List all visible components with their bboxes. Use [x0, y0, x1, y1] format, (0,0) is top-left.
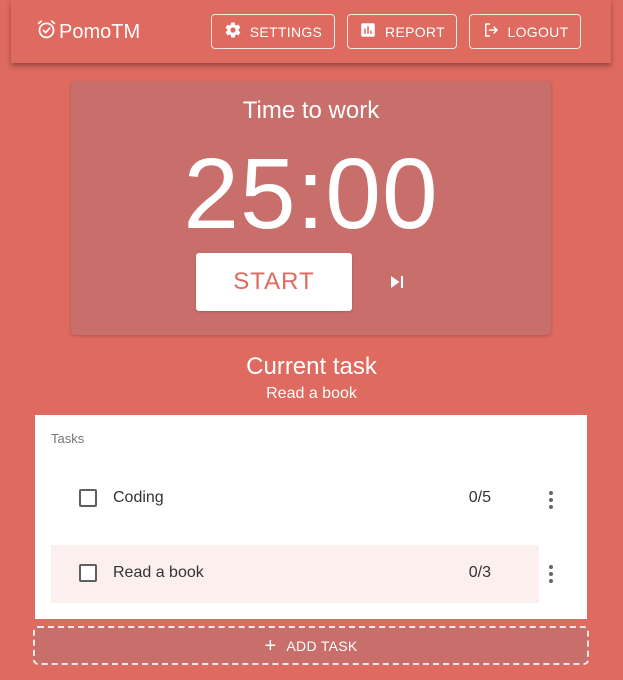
brand[interactable]: PomoTM [36, 19, 140, 46]
bar-chart-icon [359, 21, 377, 42]
task-checkbox[interactable] [79, 489, 97, 507]
more-vertical-icon[interactable] [543, 562, 559, 586]
settings-label: SETTINGS [249, 23, 323, 40]
logout-button[interactable]: LOGOUT [469, 14, 581, 49]
task-name: Coding [113, 489, 164, 506]
current-task-title: Current task [246, 353, 377, 380]
tasks-header: Tasks [51, 431, 85, 446]
task-item[interactable]: Read a book 0/3 [51, 545, 539, 603]
report-label: REPORT [385, 23, 445, 40]
current-task-name: Read a book [266, 385, 357, 402]
tasks-panel: Tasks Coding 0/5 Read a book 0/3 [35, 415, 587, 619]
start-button[interactable]: START [196, 253, 352, 311]
gear-icon [224, 21, 242, 42]
settings-button[interactable]: SETTINGS [211, 14, 335, 49]
plus-icon: + [264, 634, 277, 657]
task-count: 0/3 [468, 564, 491, 581]
logout-label: LOGOUT [507, 23, 569, 40]
timer-card: Time to work 25:00 START [71, 81, 551, 335]
task-count: 0/5 [468, 489, 491, 506]
timer-display: 25:00 [183, 138, 439, 250]
add-task-button[interactable]: + ADD TASK [33, 626, 589, 665]
logout-icon [482, 21, 500, 42]
app-bar: PomoTM SETTINGS REPORT LOGOUT [11, 0, 611, 63]
task-item[interactable]: Coding 0/5 [51, 470, 539, 528]
more-vertical-icon[interactable] [543, 488, 559, 512]
alarm-clock-icon [36, 19, 57, 46]
skip-button[interactable] [385, 270, 409, 294]
brand-name: PomoTM [59, 21, 141, 43]
task-checkbox[interactable] [79, 564, 97, 582]
task-name: Read a book [113, 564, 204, 581]
add-task-label: ADD TASK [286, 637, 358, 654]
report-button[interactable]: REPORT [347, 14, 457, 49]
skip-next-icon [385, 276, 409, 298]
timer-mode-label: Time to work [242, 97, 380, 124]
